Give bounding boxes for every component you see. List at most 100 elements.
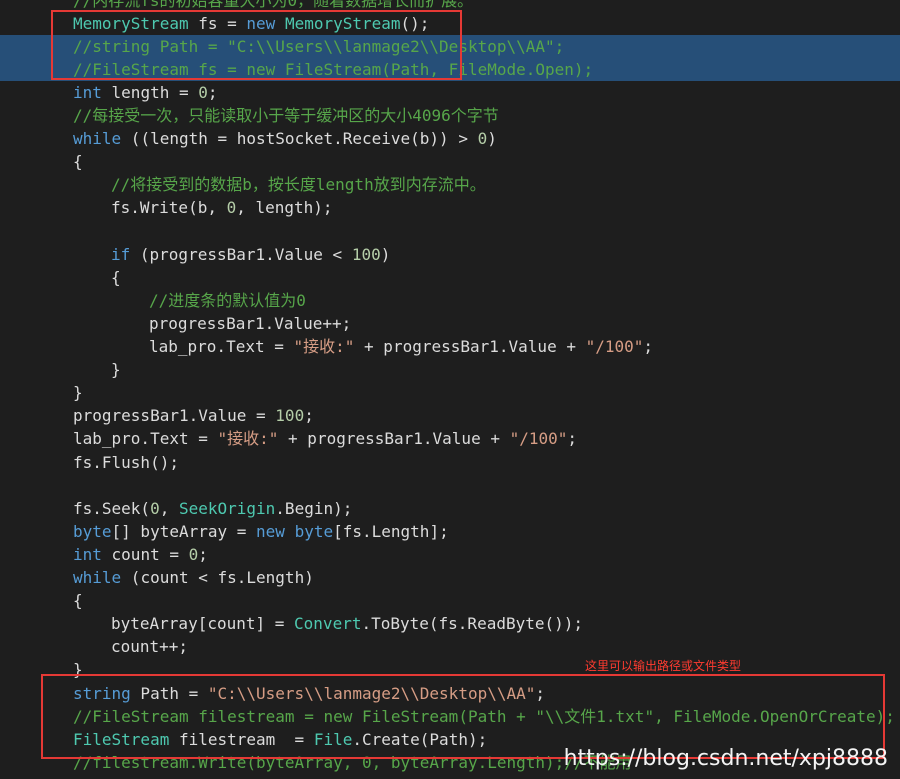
code-line[interactable]: byte[] byteArray = new byte[fs.Length]; [0,520,900,543]
code-token-plain: { [73,152,83,172]
code-line[interactable]: int length = 0; [0,81,900,104]
code-token-string: "/100" [585,337,644,356]
code-line[interactable] [0,474,900,497]
code-line[interactable]: progressBar1.Value++; [0,312,900,335]
code-line-content: int length = 0; [73,81,218,104]
code-line-content: lab_pro.Text = "接收:" + progressBar1.Valu… [73,427,577,450]
code-token-plain: count++; [111,637,189,657]
code-line-content: byteArray[count] = Convert.ToByte(fs.Rea… [111,612,583,635]
code-line-content: count++; [111,635,188,658]
code-token-comment: //将接受到的数据b，按长度length放到内存流中。 [111,175,486,195]
code-token-number: 100 [351,244,381,264]
code-line-content: //进度条的默认值为0 [149,289,306,312]
code-line[interactable]: //FileStream filestream = new FileStream… [0,705,900,728]
code-token-plain: .ToByte(fs.ReadByte()); [361,614,584,634]
code-line[interactable]: while (count < fs.Length) [0,566,900,589]
code-token-plain: ; [643,337,654,356]
code-token-keyword: int [73,544,102,564]
code-line[interactable]: { [0,266,900,289]
code-line[interactable]: } [0,358,900,381]
code-token-plain: filestream = [169,729,314,749]
watermark: https://blog.csdn.net/xpj8888 [563,746,888,771]
code-token-number: 0 [477,129,488,149]
code-token-plain: fs.Write(b, [111,198,227,218]
code-line[interactable] [0,220,900,243]
code-line-content: fs.Seek(0, SeekOrigin.Begin); [73,497,352,520]
code-token-comment: //FileStream fs = new FileStream(Path, F… [73,59,594,79]
code-line-content: if (progressBar1.Value < 100) [111,243,390,266]
code-line[interactable]: count++; [0,635,900,658]
code-token-number: 100 [275,406,305,426]
code-token-plain: } [73,660,83,680]
code-token-comment: //FileStream filestream = new FileStream… [73,706,895,726]
code-line[interactable]: fs.Flush(); [0,451,900,474]
code-token-keyword: string [73,683,131,703]
code-token-type: Convert [294,614,362,634]
code-line[interactable]: { [0,589,900,612]
code-token-plain: ; [535,683,546,703]
code-line[interactable]: //进度条的默认值为0 [0,289,900,312]
code-editor[interactable]: //内存流fs的初始容量大小为0，随着数据增长而扩展。 MemoryStream … [0,0,900,779]
code-token-plain: { [73,591,83,611]
code-line[interactable]: string Path = "C:\\Users\\lanmage2\\Desk… [0,682,900,705]
code-line[interactable]: byteArray[count] = Convert.ToByte(fs.Rea… [0,612,900,635]
code-line-content: } [73,658,83,681]
code-line-content: while ((length = hostSocket.Receive(b)) … [73,127,497,150]
code-token-number: 0 [150,498,160,518]
code-line[interactable]: //内存流fs的初始容量大小为0，随着数据增长而扩展。 [0,0,900,12]
code-line-content: //FileStream filestream = new FileStream… [73,705,895,728]
code-line[interactable]: } [0,658,900,681]
code-token-plain: ; [567,429,578,449]
code-line-content: lab_pro.Text = "接收:" + progressBar1.Valu… [149,335,653,358]
code-token-keyword: while [73,568,122,587]
code-line-content: //string Path = "C:\\Users\\lanmage2\\De… [73,35,564,58]
code-token-plain: byteArray[count] = [111,614,295,634]
code-token-plain: ; [198,544,208,564]
code-line[interactable]: //FileStream fs = new FileStream(Path, F… [0,57,900,81]
code-token-plain: , [159,498,179,518]
code-line[interactable]: //每接受一次，只能读取小于等于缓冲区的大小4096个字节 [0,104,900,127]
code-token-plain: ) [380,244,391,264]
code-token-plain: [fs.Length]; [333,521,449,541]
code-line-content: string Path = "C:\\Users\\lanmage2\\Desk… [73,682,545,705]
code-token-string: "接收:" [217,429,279,449]
code-token-comment: //filestream.Write(byteArray, 0, byteArr… [73,752,632,772]
code-line[interactable]: MemoryStream fs = new MemoryStream(); [0,12,900,35]
code-token-type: File [313,729,353,749]
code-line-content: MemoryStream fs = new MemoryStream(); [73,12,429,35]
code-line[interactable]: //string Path = "C:\\Users\\lanmage2\\De… [0,34,900,58]
code-token-plain: (); [400,13,430,33]
code-line-content: while (count < fs.Length) [73,566,314,589]
code-token-keyword: byte [73,521,112,541]
code-token-plain: progressBar1.Value = [73,406,276,426]
code-line[interactable]: } [0,381,900,404]
code-line[interactable]: fs.Seek(0, SeekOrigin.Begin); [0,497,900,520]
code-line[interactable]: lab_pro.Text = "接收:" + progressBar1.Valu… [0,427,900,450]
code-token-plain: lab_pro.Text = [73,429,218,449]
code-line[interactable]: { [0,150,900,173]
code-token-plain: } [111,360,121,380]
code-line-content: int count = 0; [73,543,208,566]
code-line[interactable]: while ((length = hostSocket.Receive(b)) … [0,127,900,150]
code-token-number: 0 [226,198,237,218]
code-line[interactable]: if (progressBar1.Value < 100) [0,243,900,266]
code-line[interactable]: fs.Write(b, 0, length); [0,196,900,219]
code-line-content: //内存流fs的初始容量大小为0，随着数据增长而扩展。 [73,0,473,12]
code-line[interactable]: progressBar1.Value = 100; [0,404,900,427]
code-line-content: } [111,358,121,381]
code-line[interactable]: int count = 0; [0,543,900,566]
code-token-keyword: byte [294,521,334,541]
code-line[interactable]: //将接受到的数据b，按长度length放到内存流中。 [0,173,900,196]
code-token-comment: //进度条的默认值为0 [149,290,306,310]
code-token-plain: progressBar1.Value++; [149,313,352,333]
code-token-plain: length = [101,82,199,102]
code-token-comment: //每接受一次，只能读取小于等于缓冲区的大小4096个字节 [73,106,499,125]
code-line[interactable]: lab_pro.Text = "接收:" + progressBar1.Valu… [0,335,900,358]
code-token-plain: lab_pro.Text = [149,337,294,356]
code-token-plain: .Create(Path); [352,729,488,749]
code-token-plain: ) [487,129,497,149]
code-token-plain: } [73,383,83,403]
code-line-content: FileStream filestream = File.Create(Path… [73,728,487,751]
code-token-keyword: new [246,13,276,33]
